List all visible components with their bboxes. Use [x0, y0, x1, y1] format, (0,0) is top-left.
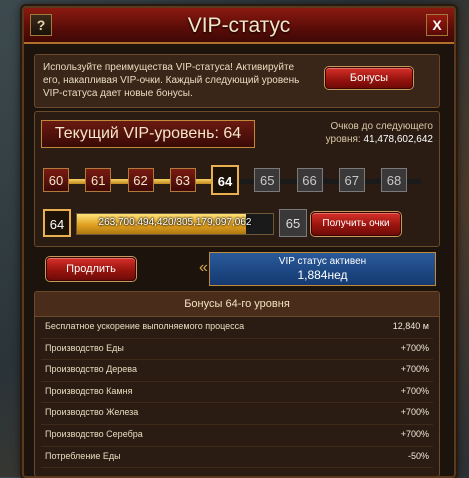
status-row: Продлить « VIP статус активен 1,884нед	[34, 252, 438, 286]
bonus-row: Производство Камня +700%	[41, 382, 433, 404]
bonus-value: -50%	[407, 450, 429, 461]
bonus-value: +700%	[400, 428, 429, 439]
bonus-panel: Бонусы 64-го уровня Бесплатное ускорение…	[34, 291, 440, 476]
progress-bar: 263,700,494,420/305,179,097,062	[76, 213, 274, 235]
progress-to-level: 65	[279, 209, 307, 237]
bonus-name: Производство Серебра	[45, 428, 143, 439]
bonus-row: Бесплатное ускорение выполняемого процес…	[41, 317, 433, 339]
current-level-label: Текущий VIP-уровень: 64	[41, 120, 255, 148]
level-chip: 60	[43, 168, 69, 192]
bonus-value: +700%	[400, 385, 429, 396]
bonus-name: Бесплатное ускорение выполняемого процес…	[45, 321, 245, 331]
level-track: 60 61 62 63 64 65 66 67 68	[43, 165, 431, 196]
progress-bar-text: 263,700,494,420/305,179,097,062	[98, 217, 252, 228]
progress-row: 64 263,700,494,420/305,179,097,062 65 По…	[43, 209, 433, 237]
bonus-value: +700%	[400, 342, 429, 353]
bonus-row: Производство Железа +700%	[41, 403, 433, 425]
next-level-value: 41,478,602,642	[363, 134, 433, 145]
bonus-name: Производство Дерева	[45, 364, 137, 375]
title-bar: ? VIP-статус X	[24, 8, 454, 44]
bonus-row: Производство Еды +700%	[41, 339, 433, 361]
next-level-info: Очков до следующего уровня: 41,478,602,6…	[293, 120, 433, 146]
vip-status-duration: 1,884нед	[297, 268, 348, 282]
bonus-row: Потребление Еды -50%	[41, 447, 433, 469]
bonus-value: +700%	[400, 364, 429, 375]
level-chip: 67	[338, 168, 365, 192]
bonus-heading: Бонусы 64-го уровня	[35, 292, 439, 317]
level-chip: 63	[169, 168, 196, 192]
level-chip: 64	[211, 165, 239, 195]
progress-from-level: 64	[43, 209, 71, 237]
bonus-value: 12,840 м	[392, 321, 429, 331]
window-title: VIP-статус	[187, 14, 291, 37]
level-chip: 68	[381, 168, 407, 192]
vip-status-box: VIP статус активен 1,884нед	[209, 252, 436, 286]
get-points-button[interactable]: Получить очки	[311, 212, 401, 236]
extend-button[interactable]: Продлить	[46, 257, 136, 281]
vip-window: ? VIP-статус X Используйте преимущества …	[22, 6, 456, 478]
level-chip: 62	[127, 168, 154, 192]
bonus-row: Производство Дерева +700%	[41, 360, 433, 382]
bonus-row: Производство Серебра +700%	[41, 425, 433, 447]
bonus-list: Бесплатное ускорение выполняемого процес…	[35, 317, 439, 469]
bonus-value: +700%	[400, 407, 429, 418]
bonuses-button[interactable]: Бонусы	[325, 67, 413, 89]
level-chip: 65	[254, 168, 281, 192]
bonus-name: Потребление Еды	[45, 450, 121, 461]
close-button[interactable]: X	[426, 14, 448, 36]
intro-text: Используйте преимущества VIP-статуса! Ак…	[43, 62, 300, 99]
vip-status-text: VIP статус активен	[278, 256, 367, 267]
bonus-name: Производство Еды	[45, 342, 124, 353]
intro-panel: Используйте преимущества VIP-статуса! Ак…	[34, 54, 440, 108]
level-chip: 61	[85, 168, 112, 192]
bonus-name: Производство Камня	[45, 385, 133, 396]
vip-level-panel: Текущий VIP-уровень: 64 Очков до следующ…	[34, 111, 440, 247]
bonus-name: Производство Железа	[45, 407, 139, 418]
level-chip: 66	[296, 168, 323, 192]
